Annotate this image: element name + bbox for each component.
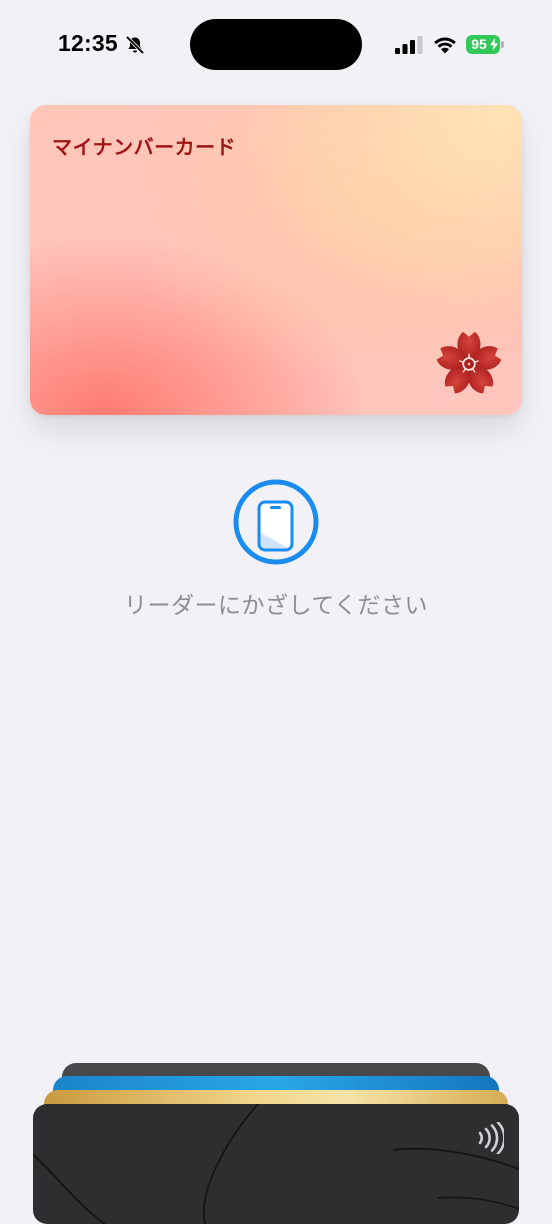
battery-tip (501, 41, 504, 48)
phone-reader-icon (233, 479, 319, 565)
my-number-card[interactable]: マイナンバーカード (30, 105, 522, 415)
card-curve-pattern (33, 1104, 519, 1224)
bell-slash-icon (126, 36, 144, 54)
cellular-signal-icon (395, 36, 423, 54)
card-title: マイナンバーカード (52, 135, 237, 159)
reader-prompt: リーダーにかざしてください (123, 593, 429, 619)
status-bar: 12:35 95 (0, 0, 552, 90)
wallet-card-black[interactable] (33, 1104, 519, 1224)
dynamic-island (190, 19, 362, 70)
battery-indicator: 95 (466, 35, 500, 54)
wifi-icon (434, 37, 456, 54)
sakura-icon (434, 331, 504, 397)
charging-bolt-icon (490, 38, 498, 51)
battery-level: 95 (471, 36, 487, 52)
status-time: 12:35 (58, 30, 118, 56)
contactless-icon (478, 1122, 504, 1154)
